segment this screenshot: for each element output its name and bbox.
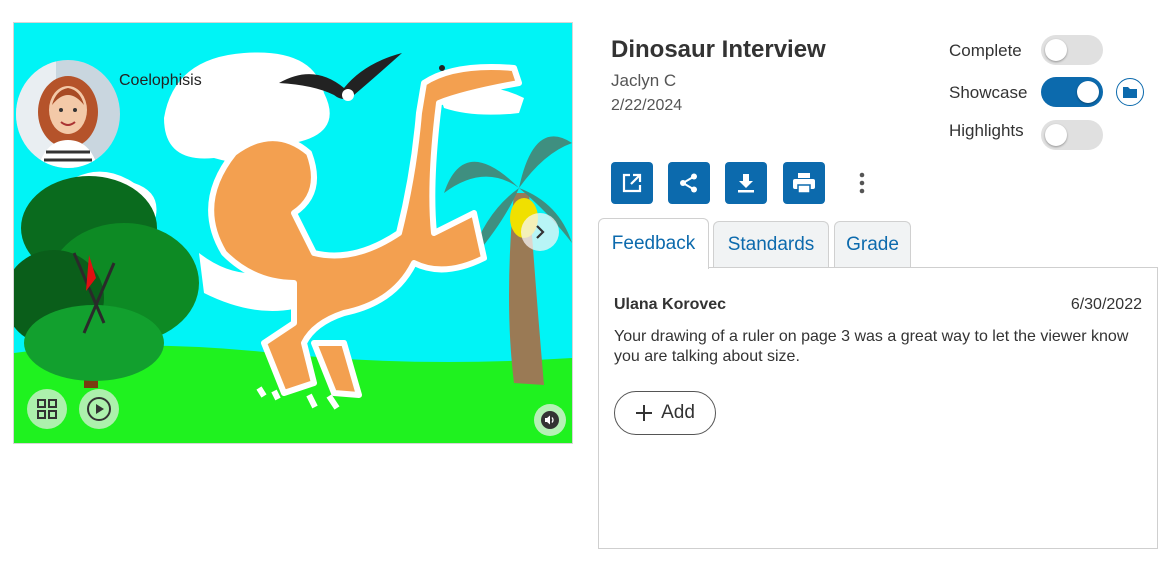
student-avatar <box>16 60 120 168</box>
plus-icon <box>636 405 653 421</box>
play-icon <box>87 397 111 421</box>
grid-icon <box>37 399 57 419</box>
more-vertical-icon <box>859 172 865 194</box>
print-icon <box>793 173 815 194</box>
page-grid-button[interactable] <box>27 389 67 429</box>
page-title: Dinosaur Interview <box>611 36 826 63</box>
showcase-folder-button[interactable] <box>1116 78 1144 106</box>
add-label: Add <box>661 402 695 423</box>
open-external-button[interactable] <box>611 162 653 204</box>
share-icon <box>680 173 697 193</box>
feedback-date: 6/30/2022 <box>1070 296 1142 313</box>
complete-label: Complete <box>949 41 1022 60</box>
feedback-text: Your drawing of a ruler on page 3 was a … <box>614 328 1129 365</box>
print-button[interactable] <box>783 162 825 204</box>
created-date: 2/22/2024 <box>611 97 683 114</box>
play-button[interactable] <box>79 389 119 429</box>
artwork-preview: Coelophisis <box>13 22 573 444</box>
chevron-right-icon <box>536 225 545 239</box>
volume-icon <box>541 411 559 429</box>
feedback-author: Ulana Korovec <box>614 296 727 313</box>
toggle-knob <box>1045 39 1067 61</box>
open-external-icon <box>622 173 642 193</box>
drawing-caption: Coelophisis <box>119 72 202 89</box>
author-name: Jaclyn C <box>611 71 677 90</box>
share-button[interactable] <box>668 162 710 204</box>
add-feedback-button[interactable]: Add <box>614 391 716 435</box>
more-options-button[interactable] <box>850 168 874 198</box>
tab-grade[interactable]: Grade <box>834 221 911 267</box>
toggle-knob <box>1045 124 1067 146</box>
toggle-knob <box>1077 81 1099 103</box>
download-icon <box>738 174 754 193</box>
highlights-label: Highlights <box>949 121 1024 140</box>
folder-icon <box>1123 87 1137 98</box>
next-page-button[interactable] <box>521 213 559 251</box>
showcase-toggle[interactable] <box>1041 77 1103 107</box>
tab-standards[interactable]: Standards <box>713 221 829 267</box>
audio-button[interactable] <box>534 404 566 436</box>
tab-feedback[interactable]: Feedback <box>598 218 709 269</box>
showcase-label: Showcase <box>949 83 1028 102</box>
highlights-toggle[interactable] <box>1041 120 1103 150</box>
download-button[interactable] <box>725 162 767 204</box>
complete-toggle[interactable] <box>1041 35 1103 65</box>
